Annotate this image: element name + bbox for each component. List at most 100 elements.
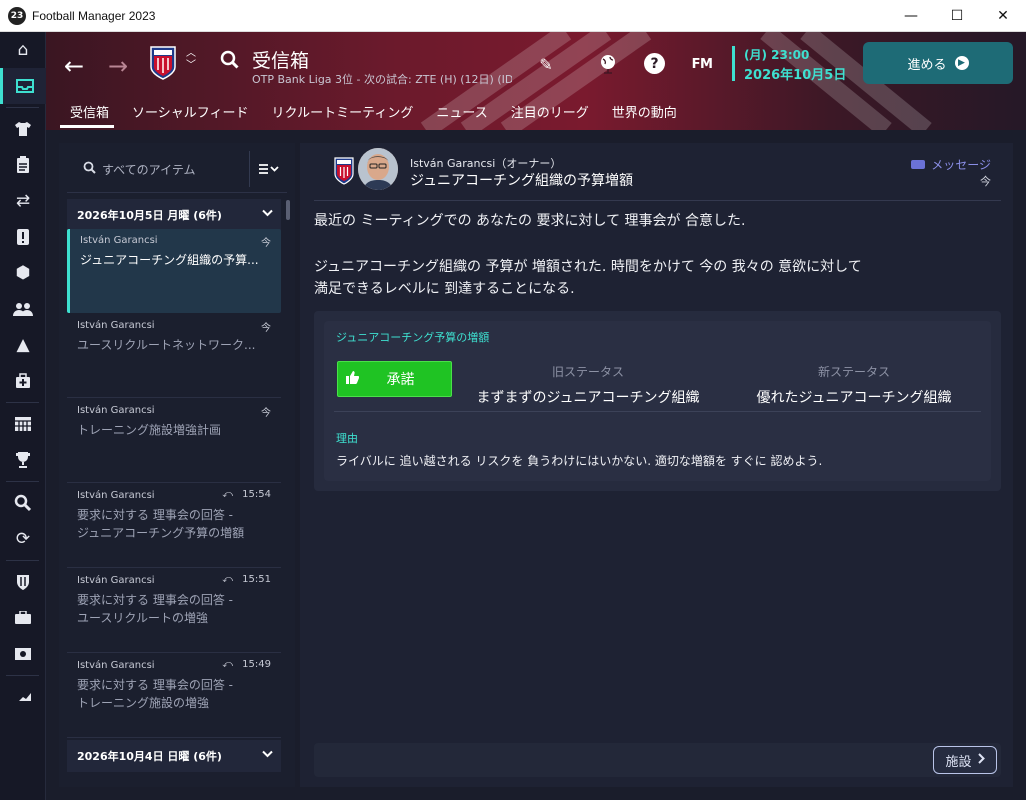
medical-icon[interactable] [0,363,46,399]
continue-button[interactable]: 進める ▶ [863,42,1013,84]
item-sender: István Garancsi [77,320,155,331]
match-ball-icon[interactable]: ⬢ [0,255,46,291]
back-arrow-icon[interactable]: ← [64,52,84,80]
filter-menu-button[interactable] [249,151,287,187]
item-time: 15:51 [242,574,271,585]
list-scrollbar[interactable] [286,200,290,220]
item-subject-line2: ユースリクルートの増強 [77,611,209,625]
play-circle-icon: ▶ [954,56,969,70]
tab-inbox[interactable]: 受信箱 [60,100,122,128]
tab-recruitment-meeting[interactable]: リクルートミーティング [262,100,427,128]
item-subject: 要求に対する 理事会の回答 - [77,593,233,607]
chevron-down-icon [262,748,273,761]
message-footer-bar: 施設 [314,743,1001,777]
finances-icon[interactable] [0,636,46,672]
calendar-icon[interactable] [0,406,46,442]
home-icon[interactable]: ⌂ [0,32,46,68]
approve-label: 承諾 [386,372,415,388]
tab-social-feed[interactable]: ソーシャルフィード [122,100,261,128]
decision-card-inner: ジュニアコーチング予算の増額 承諾 旧ステータス まずまずのジュニアコーチング組… [324,321,991,481]
forward-arrow-icon[interactable]: → [108,52,128,80]
continue-label: 進める [907,57,947,73]
date-group-header[interactable]: 2026年10月4日 日曜 (6件) [67,740,281,772]
staff-icon[interactable] [0,291,46,327]
divider [67,192,287,193]
fm-menu-icon[interactable]: FM [690,52,714,76]
item-sender: István Garancsi [80,235,158,246]
briefcase-icon[interactable] [0,600,46,636]
message-time: 今 [980,175,991,188]
minimize-button[interactable]: — [888,0,934,32]
tab-world-trends[interactable]: 世界の動向 [602,100,690,128]
alert-icon[interactable] [0,219,46,255]
avatar[interactable] [358,148,398,190]
clipboard-icon[interactable] [0,147,46,183]
close-button[interactable]: ✕ [980,0,1026,32]
divider [314,200,1001,201]
new-status-value: 優れたジュニアコーチング組織 [756,390,952,406]
message-body-paragraph: 最近の ミーティングでの あなたの 要求に対して 理事会が 合意した. [314,213,746,229]
decision-card: ジュニアコーチング予算の増額 承諾 旧ステータス まずまずのジュニアコーチング組… [314,311,1001,491]
chevron-right-icon [977,752,985,768]
page-title: 受信箱 [252,50,310,72]
search-placeholder: すべてのアイテム [102,162,196,177]
tab-featured-leagues[interactable]: 注目のリーグ [501,100,602,128]
squad-shirt-icon[interactable] [0,111,46,147]
list-item[interactable]: István Garancsi 今 トレーニング施設増強計画 [67,399,281,483]
club-shield-icon[interactable] [0,564,46,600]
item-subject: ユースリクルートネットワーク... [77,338,256,352]
divider [334,411,981,412]
approve-button[interactable]: 承諾 [337,361,452,397]
message-sender[interactable]: István Garancsi（オーナー） [410,155,561,171]
old-status-value: まずまずのジュニアコーチング組織 [476,390,700,406]
reason-text: ライバルに 追い越される リスクを 負うわけにはいかない. 適切な増額を すぐに… [336,454,823,468]
trophy-icon[interactable] [0,442,46,478]
club-badge-icon[interactable] [150,46,176,80]
trend-icon[interactable] [0,679,46,715]
maximize-button[interactable]: ☐ [934,0,980,32]
current-date: 2026年10月5日 [744,68,847,83]
search-icon[interactable] [220,50,240,75]
list-item[interactable]: István Garancsi ⤺ 15:54 要求に対する 理事会の回答 - … [67,484,281,568]
transfers-icon[interactable]: ⇄ [0,183,46,219]
list-item[interactable]: István Garancsi ⤺ 15:49 要求に対する 理事会の回答 - … [67,654,281,738]
item-time: 15:54 [242,489,271,500]
search-icon [83,161,96,178]
header-tabs: 受信箱 ソーシャルフィード リクルートミーティング ニュース 注目のリーグ 世界… [60,100,690,128]
message-body-paragraph: ジュニアコーチング組織の 予算が 増額された. 時間をかけて 今の 我々の 意欲… [314,259,862,275]
item-subject-line2: ジュニアコーチング予算の増額 [77,526,245,540]
inbox-search-input[interactable]: すべてのアイテム [67,151,249,187]
training-cone-icon[interactable]: ▲ [0,327,46,363]
edit-pencil-icon[interactable]: ✎ [534,52,558,76]
item-time: 15:49 [242,659,271,670]
card-title: ジュニアコーチング予算の増額 [336,331,490,344]
item-time: 今 [261,408,271,419]
thumbs-up-icon [346,370,370,388]
item-subject: 要求に対する 理事会の回答 - [77,508,233,522]
facilities-button[interactable]: 施設 [933,746,997,774]
list-item[interactable]: István Garancsi ⤺ 15:51 要求に対する 理事会の回答 - … [67,569,281,653]
scouting-search-icon[interactable] [0,485,46,521]
tab-news[interactable]: ニュース [426,100,500,128]
inbox-list-panel: すべてのアイテム 2026年10月5日 月曜 (6件) István Garan… [59,143,295,787]
list-item[interactable]: István Garancsi 今 ユースリクルートネットワーク... [67,314,281,398]
inbox-icon[interactable] [0,68,46,104]
tag-icon [911,160,926,169]
replied-arrow-icon: ⤺ [222,574,233,585]
list-item[interactable]: István Garancsi 今 ジュニアコーチング組織の予算... [67,229,281,313]
club-switch-chevron-icon[interactable]: ︿ ﹀ [186,48,196,72]
date-group-header[interactable]: 2026年10月5日 月曜 (6件) [67,199,281,231]
world-globe-icon[interactable] [596,52,620,76]
item-subject: ジュニアコーチング組織の予算... [80,253,259,267]
message-view: István Garancsi（オーナー） ジュニアコーチング組織の予算増額 メ… [300,143,1013,787]
page-subtitle[interactable]: OTP Bank Liga 3位 - 次の試合: ZTE (H) (12日) (… [252,71,512,87]
help-icon[interactable]: ? [644,53,665,74]
message-type-label: メッセージ [931,158,991,172]
message-type-tag: メッセージ [911,156,991,173]
club-badge-icon [334,157,354,185]
app-logo-icon: 23 [8,6,26,25]
message-subject: ジュニアコーチング組織の予算増額 [410,173,634,189]
transfer-cycle-icon[interactable]: ⟳ [0,521,46,557]
message-body-paragraph: 満足できるレベルに 到達することになる. [314,281,575,297]
old-status-header: 旧ステータス [551,365,624,379]
